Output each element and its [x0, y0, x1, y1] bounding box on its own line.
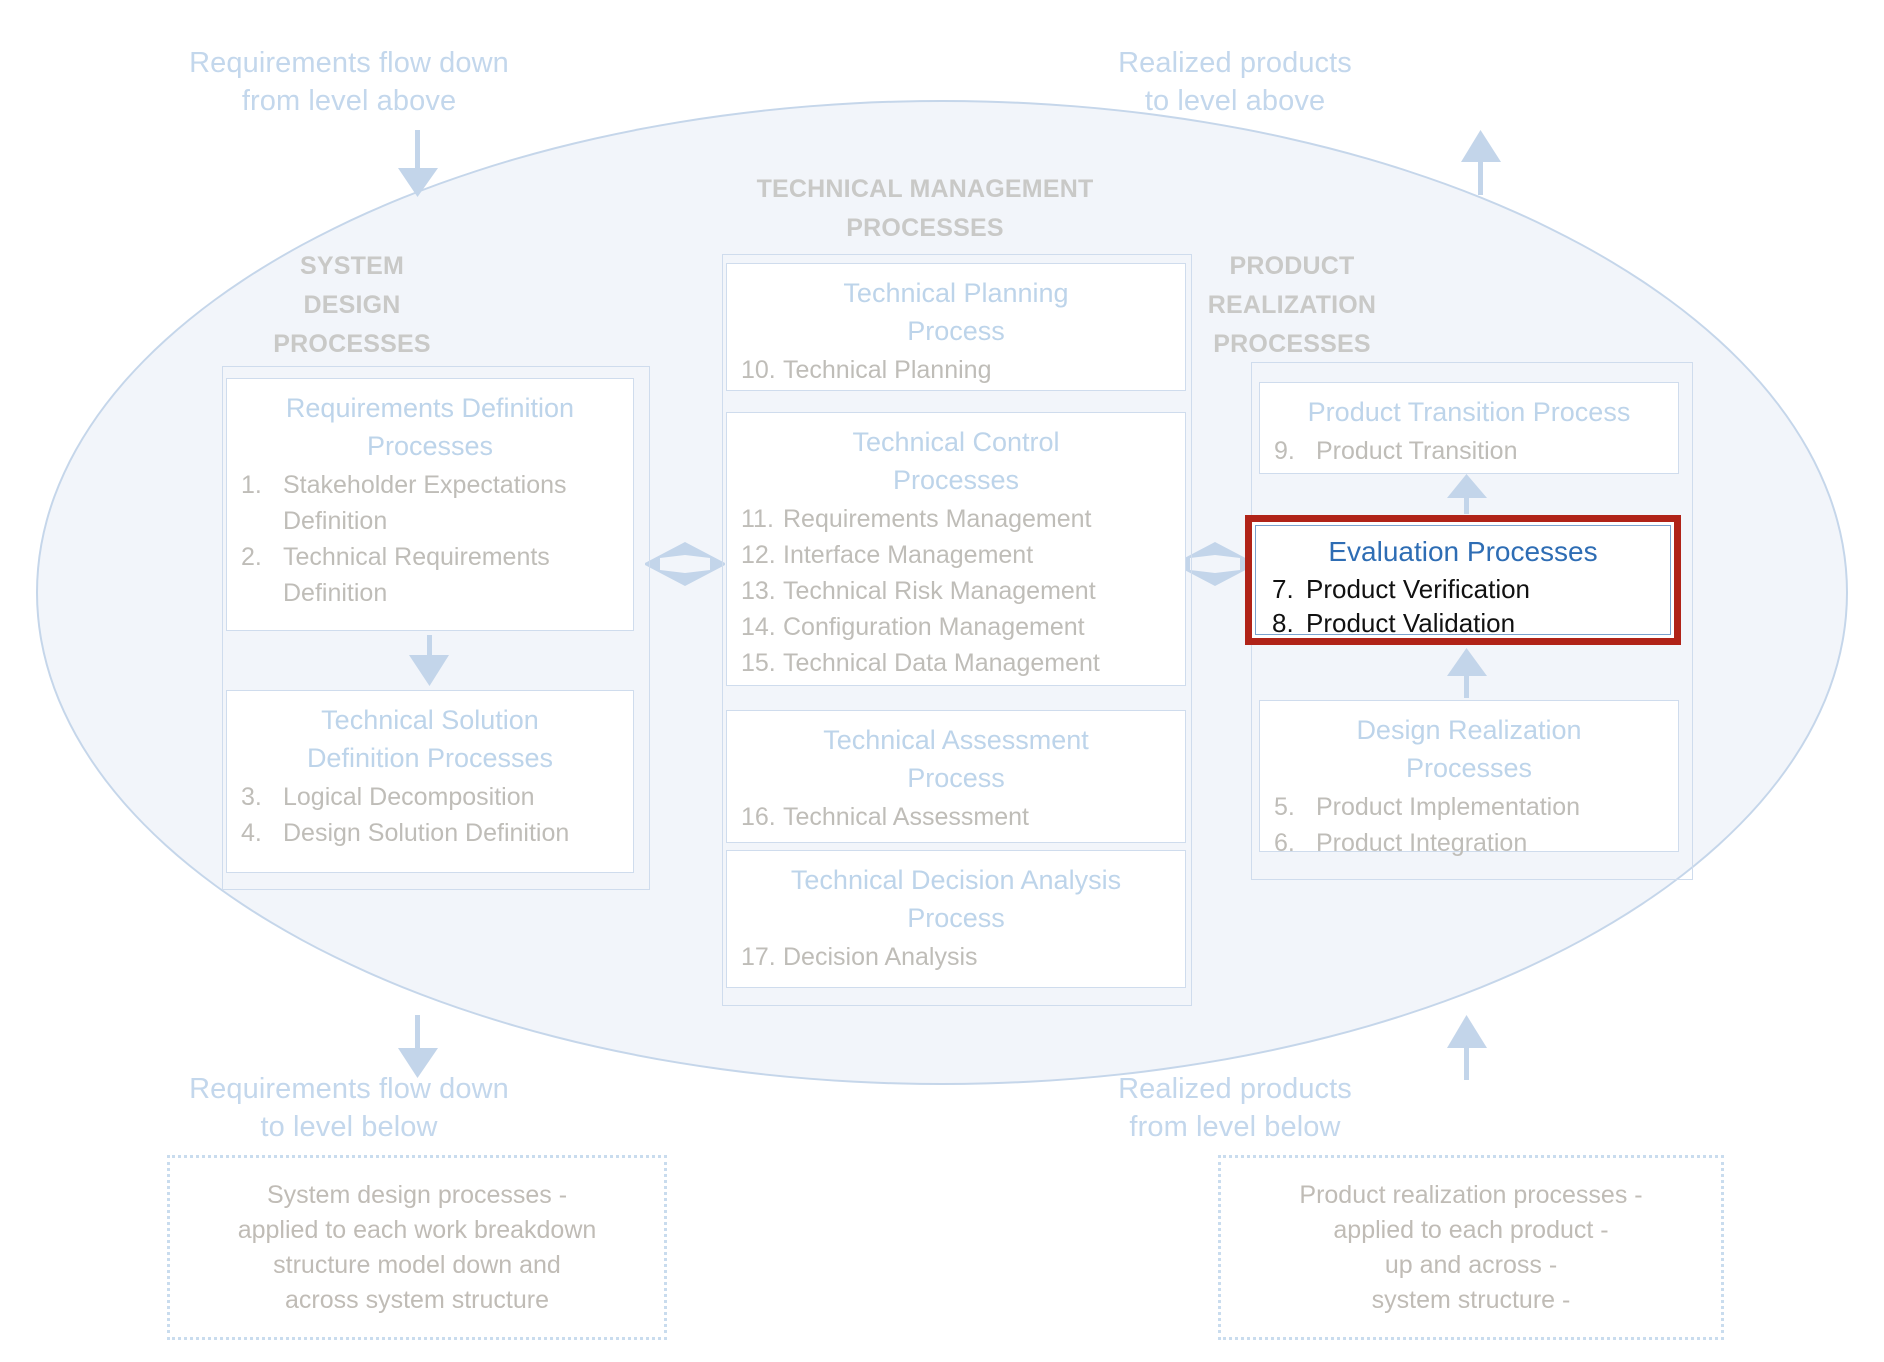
list-item: 12. Interface Management — [741, 537, 1171, 573]
item-text: Decision Analysis — [783, 943, 978, 971]
item-text: Technical Planning — [783, 356, 992, 384]
item-number: 6. — [1274, 829, 1295, 857]
item-text: Technical Requirements Definition — [283, 543, 550, 607]
list-item: 11. Requirements Management — [741, 501, 1171, 537]
card-process-list: 7. Product Verification 8. Product Valid… — [1272, 572, 1654, 640]
list-item: 16. Technical Assessment — [741, 799, 1171, 835]
arrow-realized-products-to-above — [1461, 130, 1501, 195]
card-title: Technical Assessment Process — [823, 725, 1089, 793]
item-number: 7. — [1272, 574, 1294, 604]
item-number: 12. — [741, 541, 776, 569]
card-title: Technical Decision Analysis Process — [790, 865, 1122, 933]
item-number: 9. — [1274, 437, 1295, 465]
heading-technical-management-processes: TECHNICAL MANAGEMENT PROCESSES — [756, 175, 1094, 242]
item-text: Configuration Management — [783, 613, 1085, 641]
list-item: 3. Logical Decomposition — [241, 779, 619, 815]
card-title: Technical Solution Definition Processes — [306, 705, 554, 773]
card-process-list: 3. Logical Decomposition 4. Design Solut… — [241, 779, 619, 851]
note-system-design-application: System design processes - applied to eac… — [167, 1155, 667, 1340]
list-item: 13. Technical Risk Management — [741, 573, 1171, 609]
list-item: 15. Technical Data Management — [741, 645, 1171, 681]
list-item: 2. Technical Requirements Definition — [241, 539, 619, 611]
label-realized-products-to-above: Realized products to level above — [1118, 47, 1352, 117]
card-evaluation-inner: Evaluation Processes 7. Product Verifica… — [1255, 525, 1671, 638]
list-item: 4. Design Solution Definition — [241, 815, 619, 851]
item-number: 5. — [1274, 793, 1295, 821]
card-title: Technical Planning Process — [843, 278, 1069, 346]
card-process-list: 9. Product Transition — [1274, 433, 1664, 469]
card-product-transition-process[interactable]: Product Transition Process 9. Product Tr… — [1259, 382, 1679, 474]
list-item: 7. Product Verification — [1272, 572, 1654, 606]
item-text: Logical Decomposition — [283, 783, 535, 811]
item-text: Product Integration — [1316, 829, 1528, 857]
item-text: Technical Data Management — [783, 649, 1100, 677]
item-text: Design Solution Definition — [283, 819, 570, 847]
item-number: 14. — [741, 613, 776, 641]
item-text: Product Verification — [1306, 574, 1531, 604]
item-number: 8. — [1272, 608, 1294, 638]
item-number: 13. — [741, 577, 776, 605]
list-item: 1. Stakeholder Expectations Definition — [241, 467, 619, 539]
list-item: 6. Product Integration — [1274, 825, 1664, 861]
card-process-list: 17. Decision Analysis — [741, 939, 1171, 975]
heading-system-design-processes: SYSTEM DESIGN PROCESSES — [273, 252, 431, 358]
item-number: 15. — [741, 649, 776, 677]
note-product-realization-application: Product realization processes - applied … — [1218, 1155, 1724, 1340]
list-item: 14. Configuration Management — [741, 609, 1171, 645]
item-text: Product Validation — [1306, 608, 1516, 638]
item-number: 17. — [741, 943, 776, 971]
card-title: Technical Control Processes — [852, 427, 1060, 495]
card-process-list: 10. Technical Planning — [741, 352, 1171, 388]
item-number: 1. — [241, 471, 262, 499]
arrow-realized-products-from-below — [1447, 1015, 1487, 1080]
item-number: 2. — [241, 543, 262, 571]
card-technical-solution-definition-processes[interactable]: Technical Solution Definition Processes … — [226, 690, 634, 873]
list-item: 17. Decision Analysis — [741, 939, 1171, 975]
item-text: Requirements Management — [783, 505, 1092, 533]
arrow-requirements-to-below — [398, 1015, 438, 1078]
label-realized-products-from-below: Realized products from level below — [1118, 1073, 1352, 1143]
item-text: Stakeholder Expectations Definition — [283, 471, 567, 535]
item-text: Technical Risk Management — [783, 577, 1096, 605]
card-technical-assessment-process[interactable]: Technical Assessment Process 16. Technic… — [726, 710, 1186, 843]
card-title: Evaluation Processes — [1328, 536, 1598, 567]
card-process-list: 16. Technical Assessment — [741, 799, 1171, 835]
item-number: 16. — [741, 803, 776, 831]
list-item: 8. Product Validation — [1272, 606, 1654, 640]
card-technical-control-processes[interactable]: Technical Control Processes 11. Requirem… — [726, 412, 1186, 686]
card-process-list: 11. Requirements Management 12. Interfac… — [741, 501, 1171, 681]
item-text: Interface Management — [783, 541, 1034, 569]
item-number: 3. — [241, 783, 262, 811]
card-design-realization-processes[interactable]: Design Realization Processes 5. Product … — [1259, 700, 1679, 857]
list-item: 9. Product Transition — [1274, 433, 1664, 469]
item-number: 11. — [741, 505, 774, 533]
card-requirements-definition-processes[interactable]: Requirements Definition Processes 1. Sta… — [226, 378, 634, 631]
card-technical-planning-process[interactable]: Technical Planning Process 10. Technical… — [726, 263, 1186, 391]
card-process-list: 1. Stakeholder Expectations Definition 2… — [241, 467, 619, 611]
card-title: Product Transition Process — [1307, 397, 1631, 427]
list-item: 5. Product Implementation — [1274, 789, 1664, 825]
card-title: Requirements Definition Processes — [285, 393, 575, 461]
item-text: Product Implementation — [1316, 793, 1581, 821]
item-number: 4. — [241, 819, 262, 847]
item-text: Technical Assessment — [783, 803, 1029, 831]
card-process-list: 5. Product Implementation 6. Product Int… — [1274, 789, 1664, 861]
item-number: 10. — [741, 356, 776, 384]
diagram-canvas: Requirements flow down from level above … — [0, 0, 1884, 1362]
label-requirements-flow-from-above: Requirements flow down from level above — [189, 47, 509, 117]
list-item: 10. Technical Planning — [741, 352, 1171, 388]
card-evaluation-processes-highlighted[interactable]: Evaluation Processes 7. Product Verifica… — [1245, 515, 1681, 645]
label-requirements-flow-to-below: Requirements flow down to level below — [189, 1073, 509, 1143]
item-text: Product Transition — [1316, 437, 1518, 465]
card-technical-decision-analysis-process[interactable]: Technical Decision Analysis Process 17. … — [726, 850, 1186, 988]
card-title: Design Realization Processes — [1356, 715, 1582, 783]
